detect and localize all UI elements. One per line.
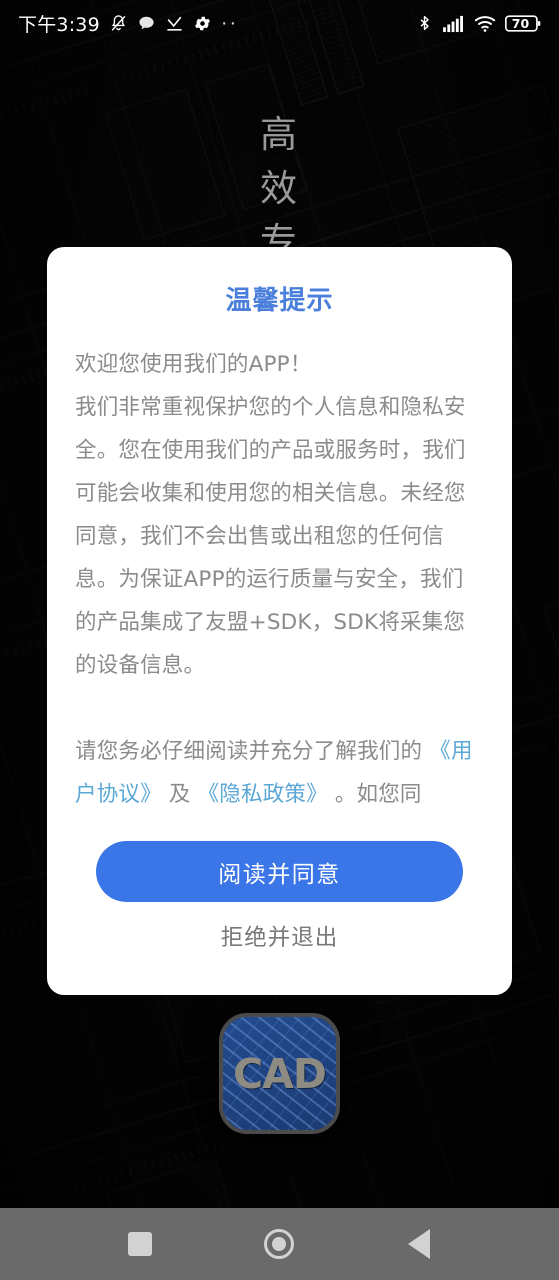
cad-app-icon: CAD: [219, 1013, 340, 1134]
slogan-vertical-text: 高 效 专: [0, 108, 559, 269]
status-bar-right: 70: [416, 13, 541, 33]
consent-conjunction: 及: [161, 782, 198, 807]
app-icon-label: CAD: [233, 1049, 327, 1098]
mute-bell-icon: [109, 14, 128, 33]
status-bar-left: 下午3:39 ··: [18, 10, 238, 37]
gear-icon: [193, 14, 212, 33]
more-dots-icon: ··: [220, 12, 239, 34]
battery-icon: 70: [505, 14, 541, 33]
back-button[interactable]: [387, 1212, 451, 1276]
status-bar: 下午3:39 ·· 70: [0, 0, 559, 46]
dialog-paragraph-welcome: 欢迎您使用我们的APP！: [75, 352, 312, 377]
slogan-char-1: 高: [260, 113, 299, 156]
recents-button[interactable]: [108, 1212, 172, 1276]
square-icon: [127, 1232, 152, 1256]
circle-icon: [264, 1229, 295, 1259]
dialog-paragraph-privacy: 我们非常重视保护您的个人信息和隐私安全。您在使用我们的产品或服务时，我们可能会收…: [75, 395, 466, 678]
dialog-title: 温馨提示: [225, 286, 334, 316]
consent-lead-text: 请您务必仔细阅读并充分了解我们的: [75, 739, 430, 764]
android-navigation-bar: [0, 1208, 559, 1280]
dialog-consent-paragraph: 请您务必仔细阅读并充分了解我们的 《用户协议》 及 《隐私政策》 。如您同: [75, 730, 484, 816]
wifi-icon: [474, 14, 496, 33]
download-check-icon: [165, 14, 184, 33]
privacy-policy-link[interactable]: 《隐私政策》: [198, 782, 328, 807]
consent-trailing-text: 。如您同: [327, 782, 422, 807]
phone-screen: 高 效 专 下午3:39 ·· 70 温馨提示 欢迎您使用我们的APP！ 我们非…: [0, 0, 559, 1280]
triangle-left-icon: [408, 1229, 431, 1259]
chat-bubble-icon: [137, 14, 156, 33]
bluetooth-icon: [416, 13, 433, 33]
battery-level-text: 70: [511, 15, 530, 31]
home-button[interactable]: [247, 1212, 311, 1276]
signal-bars-icon: [442, 14, 465, 33]
agree-button[interactable]: 阅读并同意: [96, 841, 463, 902]
dialog-body: 欢迎您使用我们的APP！ 我们非常重视保护您的个人信息和隐私安全。您在使用我们的…: [75, 343, 484, 816]
status-clock: 下午3:39: [18, 13, 100, 36]
refuse-and-exit-button[interactable]: 拒绝并退出: [47, 920, 512, 952]
slogan-char-2: 效: [260, 166, 299, 210]
privacy-consent-dialog: 温馨提示 欢迎您使用我们的APP！ 我们非常重视保护您的个人信息和隐私安全。您在…: [47, 247, 512, 995]
